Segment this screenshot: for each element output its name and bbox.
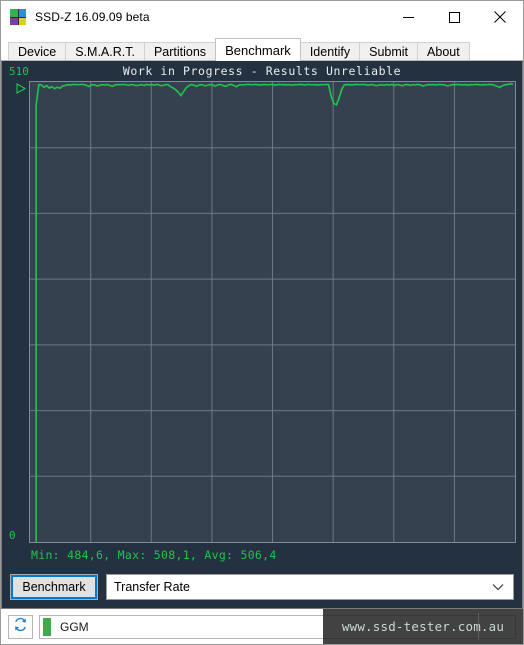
tab-device[interactable]: Device (8, 42, 67, 61)
tab-strip: Device S.M.A.R.T. Partitions Benchmark I… (1, 33, 523, 61)
benchmark-panel: Work in Progress - Results Unreliable 51… (1, 60, 523, 609)
window-title: SSD-Z 16.09.09 beta (35, 10, 150, 24)
transfer-rate-trace (35, 82, 514, 542)
metric-select-value: Transfer Rate (114, 580, 190, 594)
drive-selector[interactable]: GGM (39, 614, 516, 639)
refresh-icon (13, 617, 28, 637)
benchmark-stats-line: Min: 484,6, Max: 508,1, Avg: 506,4 (31, 548, 277, 562)
close-icon (494, 11, 506, 23)
maximize-button[interactable] (431, 1, 477, 33)
drive-label: GGM (60, 619, 89, 634)
y-axis-max-label: 510 (9, 65, 29, 78)
tab-identify[interactable]: Identify (299, 42, 361, 61)
tab-benchmark[interactable]: Benchmark (215, 38, 301, 61)
tab-smart[interactable]: S.M.A.R.T. (65, 42, 145, 61)
maximize-icon (448, 11, 460, 23)
metric-select[interactable]: Transfer Rate (106, 574, 514, 600)
y-axis-min-label: 0 (9, 529, 16, 542)
app-grid-icon (10, 9, 26, 25)
title-bar: SSD-Z 16.09.09 beta (1, 1, 523, 33)
window-controls (385, 1, 523, 33)
benchmark-run-button[interactable]: Benchmark (10, 574, 98, 600)
grid-lines (30, 82, 515, 542)
chart-warning-title: Work in Progress - Results Unreliable (122, 64, 402, 78)
plot-area (29, 81, 516, 543)
plot-svg (30, 82, 515, 542)
tab-submit[interactable]: Submit (359, 42, 419, 61)
refresh-button[interactable] (8, 614, 33, 639)
minimize-icon (402, 12, 414, 23)
drive-health-indicator (43, 617, 51, 636)
benchmark-controls: Benchmark Transfer Rate (10, 574, 514, 600)
close-button[interactable] (477, 1, 523, 33)
tab-about[interactable]: About (417, 42, 470, 61)
status-bar: GGM www.ssd-tester.com.au (1, 609, 523, 644)
benchmark-chart: Work in Progress - Results Unreliable 51… (7, 64, 517, 564)
app-window: SSD-Z 16.09.09 beta Device S.M.A.R.T. Pa… (0, 0, 524, 645)
chevron-down-icon (492, 575, 504, 599)
minimize-button[interactable] (385, 1, 431, 33)
tab-partitions[interactable]: Partitions (143, 42, 217, 61)
